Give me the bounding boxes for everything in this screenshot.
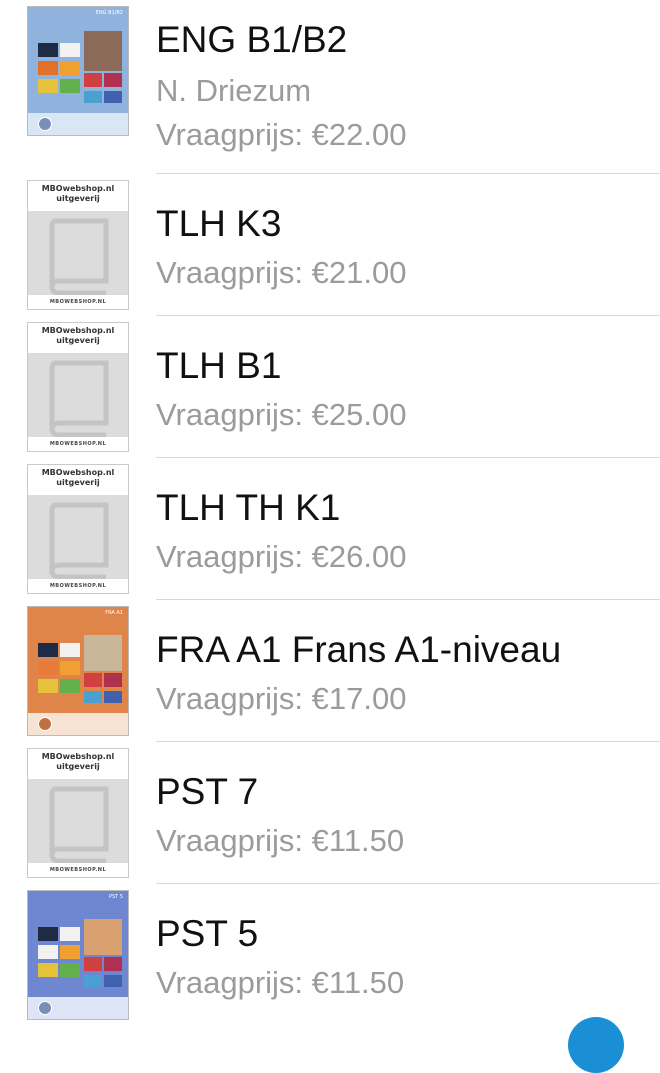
book-placeholder-icon: MBOwebshop.nl uitgeverij MBOWEBSHOP.NL (27, 748, 129, 878)
cover-tiles (38, 31, 124, 103)
item-info: TLH B1 Vraagprijs: €25.00 (156, 316, 660, 458)
item-price: Vraagprijs: €25.00 (156, 397, 407, 432)
item-info: TLH K3 Vraagprijs: €21.00 (156, 174, 660, 316)
book-cover-image: ENG B1/B2 (27, 6, 129, 136)
book-outline-icon (49, 218, 109, 295)
cover-footer: MBOWEBSHOP.NL (28, 579, 128, 593)
item-title: TLH K3 (156, 203, 282, 244)
floating-action-button[interactable] (568, 1017, 624, 1073)
cover-publisher: MBOwebshop.nl uitgeverij (28, 465, 128, 495)
item-price: Vraagprijs: €17.00 (156, 681, 407, 716)
item-title: PST 5 (156, 913, 259, 954)
item-info: FRA A1 Frans A1-niveau Vraagprijs: €17.0… (156, 600, 660, 742)
list-item[interactable]: MBOwebshop.nl uitgeverij MBOWEBSHOP.NL T… (0, 458, 660, 600)
item-info: ENG B1/B2 N. Driezum Vraagprijs: €22.00 (156, 0, 660, 152)
book-placeholder-icon: MBOwebshop.nl uitgeverij MBOWEBSHOP.NL (27, 464, 129, 594)
item-price: Vraagprijs: €11.50 (156, 965, 405, 1000)
cover-seal-icon (38, 117, 52, 131)
list-item[interactable]: MBOwebshop.nl uitgeverij MBOWEBSHOP.NL T… (0, 316, 660, 458)
cover-label: PST 5 (108, 894, 123, 900)
item-title: PST 7 (156, 771, 259, 812)
list-item[interactable]: MBOwebshop.nl uitgeverij MBOWEBSHOP.NL T… (0, 174, 660, 316)
cover-tiles (38, 635, 124, 703)
list-item[interactable]: MBOwebshop.nl uitgeverij MBOWEBSHOP.NL P… (0, 742, 660, 884)
book-outline-icon (49, 786, 109, 863)
cover-label: ENG B1/B2 (95, 10, 123, 16)
item-author: N. Driezum (156, 73, 312, 108)
book-outline-icon (49, 360, 109, 437)
cover-footer: MBOWEBSHOP.NL (28, 437, 128, 451)
book-outline-icon (49, 502, 109, 579)
item-price: Vraagprijs: €21.00 (156, 255, 407, 290)
list-item[interactable]: PST 5 PST 5 Vraagprijs: €11.50 (0, 884, 660, 1026)
cover-seal-icon (38, 1001, 52, 1015)
book-placeholder-icon: MBOwebshop.nl uitgeverij MBOWEBSHOP.NL (27, 322, 129, 452)
item-title: ENG B1/B2 (156, 19, 348, 60)
cover-footer: MBOWEBSHOP.NL (28, 295, 128, 309)
list-item[interactable]: FRA A1 FRA A1 Frans A1-niveau Vraagprijs… (0, 600, 660, 742)
cover-seal-icon (38, 717, 52, 731)
cover-footer: MBOWEBSHOP.NL (28, 863, 128, 877)
item-title: FRA A1 Frans A1-niveau (156, 629, 562, 670)
item-info: PST 5 Vraagprijs: €11.50 (156, 884, 660, 1026)
list-item[interactable]: ENG B1/B2 ENG B1/B2 N. Driezum Vraagprij… (0, 0, 660, 174)
item-price: Vraagprijs: €11.50 (156, 823, 405, 858)
item-price: Vraagprijs: €26.00 (156, 539, 407, 574)
item-title: TLH TH K1 (156, 487, 341, 528)
cover-publisher: MBOwebshop.nl uitgeverij (28, 749, 128, 779)
item-price: Vraagprijs: €22.00 (156, 117, 407, 152)
book-list: ENG B1/B2 ENG B1/B2 N. Driezum Vraagprij… (0, 0, 660, 1024)
book-placeholder-icon: MBOwebshop.nl uitgeverij MBOWEBSHOP.NL (27, 180, 129, 310)
cover-tiles (38, 919, 124, 987)
item-title: TLH B1 (156, 345, 282, 386)
item-info: TLH TH K1 Vraagprijs: €26.00 (156, 458, 660, 600)
cover-publisher: MBOwebshop.nl uitgeverij (28, 323, 128, 353)
book-cover-image: PST 5 (27, 890, 129, 1020)
cover-label: FRA A1 (105, 610, 123, 616)
cover-publisher: MBOwebshop.nl uitgeverij (28, 181, 128, 211)
item-info: PST 7 Vraagprijs: €11.50 (156, 742, 660, 884)
book-cover-image: FRA A1 (27, 606, 129, 736)
